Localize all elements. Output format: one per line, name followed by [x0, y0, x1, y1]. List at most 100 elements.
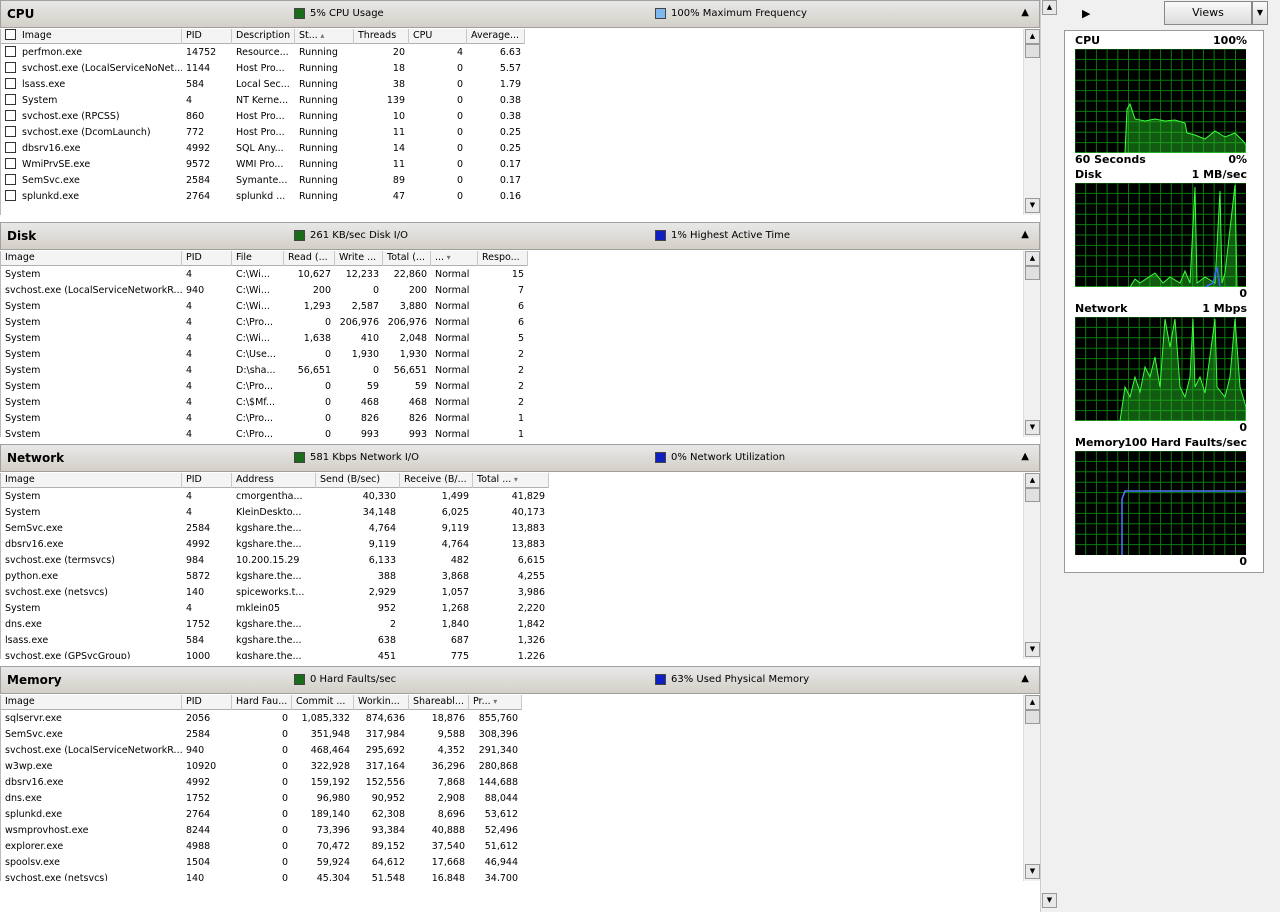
table-row[interactable]: dbsrv16.exe 4992 0 159,192 152,556 7,868 144,6…	[1, 775, 522, 791]
process-checkbox[interactable]	[5, 190, 16, 201]
cpu-section-header[interactable]: CPU 5% CPU Usage 100% Maximum Frequency …	[0, 0, 1040, 28]
network-column-header[interactable]: PID	[182, 473, 232, 488]
process-checkbox[interactable]	[5, 110, 16, 121]
table-row[interactable]: System 4 C:\Wi... 1,293 2,587 3,880 Normal 6	[1, 299, 528, 315]
table-row[interactable]: svchost.exe (DcomLaunch) 772 Host Pro... Ru…	[1, 125, 525, 141]
cpu-column-header[interactable]: CPU	[409, 29, 467, 44]
disk-column-header[interactable]: ... ▾	[431, 251, 478, 266]
table-row[interactable]: System 4 C:\Pro... 0 59 59 Normal 2	[1, 379, 528, 395]
memory-column-header[interactable]: PID	[182, 695, 232, 710]
table-row[interactable]: System 4 C:\Pro... 0 993 993 Normal 1	[1, 427, 528, 437]
scroll-up-icon[interactable]: ▲	[1025, 251, 1040, 266]
table-row[interactable]: svchost.exe (termsvcs) 984 10.200.15.29 6,1…	[1, 553, 549, 569]
table-row[interactable]: WmiPrvSE.exe 9572 WMI Pro... Running 11 0 0.17	[1, 157, 525, 173]
cpu-column-header[interactable]: PID	[182, 29, 232, 44]
cpu-column-header[interactable]: St... ▴	[295, 29, 354, 44]
table-row[interactable]: System 4 C:\Use... 0 1,930 1,930 Normal 2	[1, 347, 528, 363]
table-row[interactable]: splunkd.exe 2764 splunkd ... Running 47 0 0.16	[1, 189, 525, 205]
cpu-column-header[interactable]: Image	[1, 29, 182, 44]
network-column-header[interactable]: Image	[1, 473, 182, 488]
table-row[interactable]: System 4 C:\Pro... 0 206,976 206,976 Normal 6	[1, 315, 528, 331]
table-row[interactable]: explorer.exe 4988 0 70,472 89,152 37,540 51,61…	[1, 839, 522, 855]
table-row[interactable]: System 4 KleinDeskto... 34,148 6,025 40,173	[1, 505, 549, 521]
table-row[interactable]: dbsrv16.exe 4992 SQL Any... Running 14 0 0.25	[1, 141, 525, 157]
table-row[interactable]: SemSvc.exe 2584 Symante... Running 89 0 0.17	[1, 173, 525, 189]
disk-column-header[interactable]: PID	[182, 251, 232, 266]
table-row[interactable]: System 4 mklein05 952 1,268 2,220	[1, 601, 549, 617]
memory-section-header[interactable]: Memory 0 Hard Faults/sec 63% Used Physic…	[0, 666, 1040, 694]
table-row[interactable]: svchost.exe (LocalServiceNoNet... 1144 Hos…	[1, 61, 525, 77]
scroll-thumb[interactable]	[1025, 710, 1040, 724]
collapse-network-icon[interactable]: ▲	[1021, 451, 1029, 462]
table-row[interactable]: svchost.exe (RPCSS) 860 Host Pro... Running…	[1, 109, 525, 125]
scroll-down-icon[interactable]: ▼	[1025, 198, 1040, 213]
scroll-thumb[interactable]	[1025, 44, 1040, 58]
collapse-memory-icon[interactable]: ▲	[1021, 673, 1029, 684]
table-row[interactable]: sqlservr.exe 2056 0 1,085,332 874,636 18,876 8…	[1, 711, 522, 727]
table-row[interactable]: dns.exe 1752 0 96,980 90,952 2,908 88,044	[1, 791, 522, 807]
table-row[interactable]: lsass.exe 584 Local Sec... Running 38 0 1.79	[1, 77, 525, 93]
process-checkbox[interactable]	[5, 158, 16, 169]
table-row[interactable]: System 4 D:\sha... 56,651 0 56,651 Normal 2	[1, 363, 528, 379]
disk-section-header[interactable]: Disk 261 KB/sec Disk I/O 1% Highest Acti…	[0, 222, 1040, 250]
process-checkbox[interactable]	[5, 126, 16, 137]
table-row[interactable]: svchost.exe (LocalServiceNetworkR... 940 0…	[1, 743, 522, 759]
table-row[interactable]: lsass.exe 584 kgshare.the... 638 687 1,326	[1, 633, 549, 649]
table-row[interactable]: System 4 NT Kerne... Running 139 0 0.38	[1, 93, 525, 109]
memory-column-header[interactable]: Commit ...	[292, 695, 354, 710]
scroll-thumb[interactable]	[1025, 266, 1040, 280]
collapse-cpu-icon[interactable]: ▲	[1021, 7, 1029, 18]
table-row[interactable]: svchost.exe (netsvcs) 140 spiceworks.t... 2…	[1, 585, 549, 601]
disk-column-header[interactable]: File	[232, 251, 284, 266]
process-checkbox[interactable]	[5, 174, 16, 185]
process-checkbox[interactable]	[5, 46, 16, 57]
views-dropdown-icon[interactable]: ▼	[1252, 1, 1268, 25]
scroll-down-icon[interactable]: ▼	[1042, 893, 1057, 908]
table-row[interactable]: svchost.exe (GPSvcGroup) 1000 kgshare.the.…	[1, 649, 549, 659]
table-row[interactable]: w3wp.exe 10920 0 322,928 317,164 36,296 280,86…	[1, 759, 522, 775]
scroll-thumb[interactable]	[1025, 488, 1040, 502]
scroll-down-icon[interactable]: ▼	[1025, 420, 1040, 435]
cpu-column-header[interactable]: Threads	[354, 29, 409, 44]
views-button[interactable]: Views	[1164, 1, 1252, 25]
process-checkbox[interactable]	[5, 78, 16, 89]
table-row[interactable]: perfmon.exe 14752 Resource... Running 20 4 6.6…	[1, 45, 525, 61]
disk-column-header[interactable]: Image	[1, 251, 182, 266]
scroll-up-icon[interactable]: ▲	[1025, 29, 1040, 44]
memory-column-header[interactable]: Pr... ▾	[469, 695, 522, 710]
table-row[interactable]: System 4 C:\Wi... 1,638 410 2,048 Normal 5	[1, 331, 528, 347]
table-row[interactable]: svchost.exe (netsvcs) 140 0 45,304 51,548 16,…	[1, 871, 522, 881]
network-column-header[interactable]: Send (B/sec)	[316, 473, 400, 488]
disk-table-scrollbar[interactable]: ▲ ▼	[1023, 251, 1040, 437]
collapse-disk-icon[interactable]: ▲	[1021, 229, 1029, 240]
memory-table-scrollbar[interactable]: ▲ ▼	[1023, 695, 1040, 881]
table-row[interactable]: splunkd.exe 2764 0 189,140 62,308 8,696 53,612	[1, 807, 522, 823]
memory-column-header[interactable]: Image	[1, 695, 182, 710]
process-checkbox[interactable]	[5, 62, 16, 73]
select-all-checkbox[interactable]	[5, 29, 16, 40]
table-row[interactable]: System 4 C:\Pro... 0 826 826 Normal 1	[1, 411, 528, 427]
disk-column-header[interactable]: Total (...	[383, 251, 431, 266]
scroll-down-icon[interactable]: ▼	[1025, 642, 1040, 657]
table-row[interactable]: System 4 C:\$Mf... 0 468 468 Normal 2	[1, 395, 528, 411]
cpu-table-scrollbar[interactable]: ▲ ▼	[1023, 29, 1040, 215]
network-column-header[interactable]: Receive (B/...	[400, 473, 473, 488]
table-row[interactable]: System 4 cmorgentha... 40,330 1,499 41,829	[1, 489, 549, 505]
table-row[interactable]: dns.exe 1752 kgshare.the... 2 1,840 1,842	[1, 617, 549, 633]
table-row[interactable]: SemSvc.exe 2584 kgshare.the... 4,764 9,119 13…	[1, 521, 549, 537]
scroll-up-icon[interactable]: ▲	[1042, 0, 1057, 15]
table-row[interactable]: wsmprovhost.exe 8244 0 73,396 93,384 40,888 52…	[1, 823, 522, 839]
cpu-column-header[interactable]: Description	[232, 29, 295, 44]
memory-column-header[interactable]: Workin...	[354, 695, 409, 710]
process-checkbox[interactable]	[5, 94, 16, 105]
scroll-up-icon[interactable]: ▲	[1025, 695, 1040, 710]
table-row[interactable]: dbsrv16.exe 4992 kgshare.the... 9,119 4,764 1…	[1, 537, 549, 553]
table-row[interactable]: python.exe 5872 kgshare.the... 388 3,868 4,25…	[1, 569, 549, 585]
network-section-header[interactable]: Network 581 Kbps Network I/O 0% Network …	[0, 444, 1040, 472]
network-column-header[interactable]: Address	[232, 473, 316, 488]
disk-column-header[interactable]: Write ...	[335, 251, 383, 266]
collapse-panel-icon[interactable]: ▶	[1082, 7, 1090, 20]
scroll-up-icon[interactable]: ▲	[1025, 473, 1040, 488]
network-table-scrollbar[interactable]: ▲ ▼	[1023, 473, 1040, 659]
scroll-down-icon[interactable]: ▼	[1025, 864, 1040, 879]
